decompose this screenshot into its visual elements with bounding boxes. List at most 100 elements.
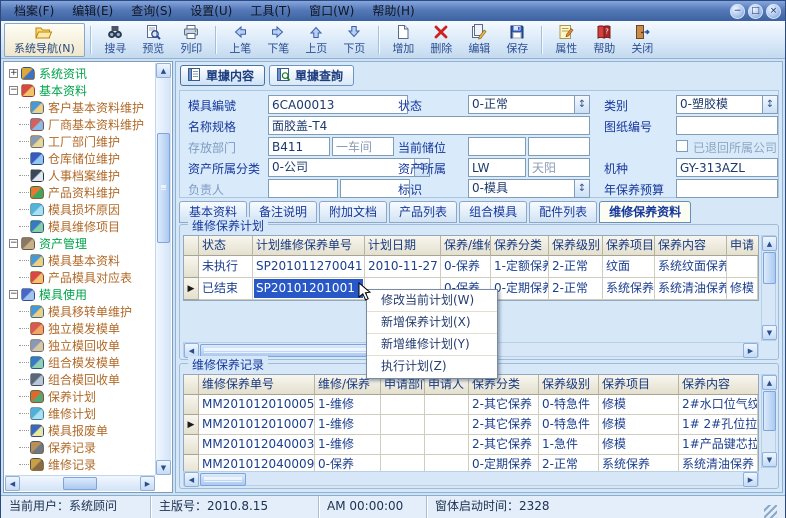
menu-item-4[interactable]: 工具(T) (241, 2, 300, 21)
detail-tab-6[interactable]: 维修保养资料 (599, 201, 691, 223)
tree-item-1[interactable]: −基本资料 (7, 82, 155, 99)
table-cell[interactable]: SP201011270041 (253, 256, 365, 278)
toolbar-button-2-2[interactable]: 编辑 (461, 23, 498, 57)
toolbar-button-0-1[interactable]: 预览 (135, 23, 172, 57)
table-cell[interactable]: 0-特急件 (539, 415, 599, 435)
machine-input[interactable] (676, 158, 778, 177)
column-header[interactable]: 保养分类 (491, 236, 549, 256)
table-cell[interactable]: 0-特急件 (539, 395, 599, 415)
view-tab-1[interactable]: 單據查詢 (269, 65, 354, 86)
tree-item-20[interactable]: 维修计划 (19, 405, 155, 422)
column-header[interactable]: 保养级别 (549, 236, 603, 256)
menu-item-6[interactable]: 帮助(H) (363, 2, 423, 21)
expand-toggle-icon[interactable]: − (9, 239, 18, 248)
table-cell[interactable]: 系统保养 (603, 278, 655, 300)
table-cell[interactable]: 修模 (599, 435, 679, 455)
table-cell[interactable]: 未执行 (199, 256, 253, 278)
scroll-down-icon[interactable]: ▼ (762, 452, 777, 467)
scroll-left-icon[interactable]: ◀ (184, 472, 199, 487)
context-menu-item-3[interactable]: 执行计划(Z) (367, 356, 497, 378)
budget-input[interactable] (676, 179, 778, 198)
tree-item-6[interactable]: 人事档案维护 (19, 167, 155, 184)
menu-item-0[interactable]: 档案(F) (5, 2, 63, 21)
toolbar-button-3-1[interactable]: ?帮助 (586, 23, 623, 57)
scrollbar-thumb[interactable] (63, 477, 97, 490)
table-cell[interactable]: 系统纹面保养 (655, 256, 727, 278)
scroll-right-icon[interactable]: ▶ (140, 476, 155, 491)
updown-arrows-icon[interactable]: ↕ (762, 96, 777, 113)
selected-cell[interactable]: SP20101201001 (253, 278, 365, 300)
scrollbar-thumb[interactable] (200, 473, 246, 486)
table-cell[interactable]: 修模 (727, 278, 758, 300)
table-cell[interactable]: 纹面 (603, 256, 655, 278)
table-cell[interactable]: 1#产品键芯拉 (679, 435, 758, 455)
toolbar-button-1-0[interactable]: 上笔 (222, 23, 259, 57)
asset-owner-code-input[interactable] (468, 158, 526, 177)
tree-item-21[interactable]: 模具报废单 (19, 422, 155, 439)
toolbar-button-1-1[interactable]: 下笔 (260, 23, 297, 57)
detail-tab-2[interactable]: 附加文档 (319, 201, 387, 223)
table-cell[interactable] (425, 415, 469, 435)
tree-item-14[interactable]: 模具移转单维护 (19, 303, 155, 320)
toolbar-button-0-2[interactable]: 列印 (173, 23, 210, 57)
table-cell[interactable]: 2-其它保养 (469, 435, 539, 455)
scroll-right-icon[interactable]: ▶ (743, 343, 758, 358)
toolbar-button-1-2[interactable]: 上页 (298, 23, 335, 57)
scrollbar-thumb[interactable] (763, 391, 776, 431)
tree-item-2[interactable]: 客户基本资料维护 (19, 99, 155, 116)
tree-item-22[interactable]: 保养记录 (19, 439, 155, 456)
detail-tab-4[interactable]: 组合模具 (459, 201, 527, 223)
toolbar-button-3-0[interactable]: 属性 (548, 23, 585, 57)
table-cell[interactable]: 已结束 (199, 278, 253, 300)
scroll-down-icon[interactable]: ▼ (156, 460, 171, 475)
table-cell[interactable]: 0-保养 (441, 256, 491, 278)
tree-item-9[interactable]: 模具维修项目 (19, 218, 155, 235)
current-bin-name-input[interactable] (528, 137, 590, 156)
name-spec-input[interactable] (268, 116, 590, 135)
column-header[interactable]: 保养内容 (679, 375, 758, 395)
plan-table-vertical-scrollbar[interactable]: ▲▼ (761, 235, 776, 341)
tree-item-0[interactable]: +系统资讯 (7, 65, 155, 82)
column-header[interactable]: 状态 (199, 236, 253, 256)
scroll-up-icon[interactable]: ▲ (762, 375, 777, 390)
table-cell[interactable]: 系统清油保养 (655, 278, 727, 300)
column-header[interactable]: 保养/维修 (441, 236, 491, 256)
column-header[interactable]: 保养项目 (603, 236, 655, 256)
table-cell[interactable]: 1-维修 (315, 435, 381, 455)
minimize-button[interactable]: − (730, 4, 745, 19)
scroll-left-icon[interactable]: ◀ (5, 476, 20, 491)
tree-item-3[interactable]: 厂商基本资料维护 (19, 116, 155, 133)
view-tab-0[interactable]: 單據内容 (180, 65, 265, 86)
detail-tab-5[interactable]: 配件列表 (529, 201, 597, 223)
drawing-no-input[interactable] (676, 116, 778, 135)
scrollbar-thumb[interactable] (157, 133, 170, 243)
menu-item-1[interactable]: 编辑(E) (63, 2, 122, 21)
tree-item-13[interactable]: −模具使用 (7, 286, 155, 303)
scroll-up-icon[interactable]: ▲ (762, 236, 777, 251)
column-header[interactable]: 申请 (727, 236, 758, 256)
sidebar-vertical-scrollbar[interactable]: ▲▼ (155, 63, 171, 475)
table-cell[interactable]: 修模 (599, 395, 679, 415)
expand-toggle-icon[interactable]: + (9, 69, 18, 78)
table-cell[interactable]: 2-其它保养 (469, 415, 539, 435)
tree-item-23[interactable]: 维修记录 (19, 456, 155, 473)
tree-item-5[interactable]: 仓库储位维护 (19, 150, 155, 167)
scroll-down-icon[interactable]: ▼ (762, 325, 777, 340)
manager-code-input[interactable] (268, 179, 338, 198)
updown-arrows-icon[interactable]: ↕ (574, 180, 589, 197)
tree-item-10[interactable]: −资产管理 (7, 235, 155, 252)
record-table-horizontal-scrollbar[interactable]: ◀▶ (183, 471, 759, 486)
tree-item-12[interactable]: 产品模具对应表 (19, 269, 155, 286)
table-cell[interactable]: 2#水口位气纹 (679, 395, 758, 415)
tree-item-8[interactable]: 模具损坏原因 (19, 201, 155, 218)
flag-select[interactable]: 0-模具 ↕ (468, 179, 590, 198)
toolbar-button-1-3[interactable]: 下页 (336, 23, 373, 57)
tree-item-16[interactable]: 独立模回收单 (19, 337, 155, 354)
toolbar-button-2-0[interactable]: 增加 (385, 23, 422, 57)
context-menu-item-2[interactable]: 新增维修计划(Y) (367, 334, 497, 356)
tree-item-19[interactable]: 保养计划 (19, 388, 155, 405)
table-cell[interactable]: MM201012040003 (199, 435, 315, 455)
table-cell[interactable]: 1-维修 (315, 395, 381, 415)
system-nav-button[interactable]: 系统导航(N) (4, 23, 85, 57)
table-cell[interactable]: 1-维修 (315, 415, 381, 435)
